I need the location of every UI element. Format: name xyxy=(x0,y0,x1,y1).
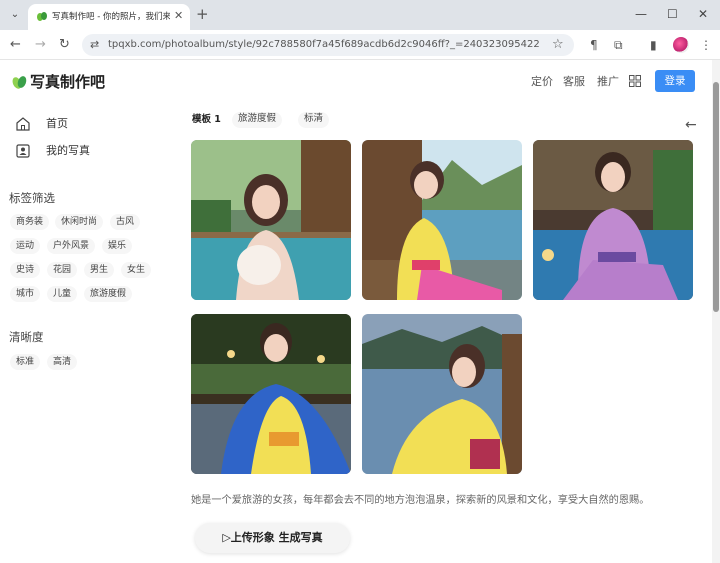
profile-avatar[interactable] xyxy=(673,37,689,53)
tag-sports[interactable]: 运动 xyxy=(10,238,41,254)
quality-hd[interactable]: 高清 xyxy=(47,354,78,370)
menu-kebab-icon[interactable]: ⋮ xyxy=(700,37,712,53)
quality-standard[interactable]: 标准 xyxy=(10,354,41,370)
tag-children[interactable]: 儿童 xyxy=(47,286,78,302)
maximize-icon[interactable]: ☐ xyxy=(667,6,678,22)
browser-tab[interactable]: 写真制作吧 - 你的照片，我们来 ✕ xyxy=(28,4,190,30)
template-tab[interactable]: 模板 1 xyxy=(192,113,221,127)
browser-tabstrip: ⌄ 写真制作吧 - 你的照片，我们来 ✕ + — ☐ ✕ xyxy=(0,0,720,30)
photo-card-3[interactable] xyxy=(533,140,693,300)
reload-icon[interactable]: ↻ xyxy=(59,36,70,54)
template-filter-sd[interactable]: 标清 xyxy=(298,112,330,128)
tag-epic[interactable]: 史诗 xyxy=(10,262,41,278)
nav-support[interactable]: 客服 xyxy=(563,75,585,89)
bookmark-star-icon[interactable]: ☆ xyxy=(552,36,564,54)
tag-garden[interactable]: 花园 xyxy=(47,262,78,278)
apps-grid-icon[interactable] xyxy=(629,75,641,87)
portrait-icon xyxy=(16,144,30,158)
logo-text: 写真制作吧 xyxy=(30,73,106,91)
tag-city[interactable]: 城市 xyxy=(10,286,41,302)
photo-image-5 xyxy=(362,314,522,474)
tab-title: 写真制作吧 - 你的照片，我们来 xyxy=(52,12,170,22)
browser-toolbar: ← → ↻ ⇄ tpqxb.com/photoalbum/style/92c78… xyxy=(0,30,720,60)
generate-photos-button[interactable]: ▷上传形象 生成写真 xyxy=(195,523,350,553)
photo-image-2 xyxy=(362,140,522,300)
page-scrollbar[interactable] xyxy=(712,60,720,563)
quality-title: 清晰度 xyxy=(9,330,44,344)
tab-close-icon[interactable]: ✕ xyxy=(174,9,183,23)
photo-card-5[interactable] xyxy=(362,314,522,474)
tag-casual[interactable]: 休闲时尚 xyxy=(55,214,104,230)
tag-outdoor[interactable]: 户外风景 xyxy=(47,238,96,254)
photo-image-4 xyxy=(191,314,351,474)
web-page: 写真制作吧 定价 客服 推广 登录 首页 我的写真 标签筛选 商务装 休闲时尚 … xyxy=(0,60,712,563)
side-panel-icon[interactable]: ▮ xyxy=(650,37,657,53)
login-button[interactable]: 登录 xyxy=(655,70,695,92)
sidebar-item-label: 我的写真 xyxy=(46,144,90,157)
url-text: tpqxb.com/photoalbum/style/92c788580f7a4… xyxy=(108,39,540,50)
site-favicon-icon xyxy=(37,12,47,21)
tag-business[interactable]: 商务装 xyxy=(10,214,50,230)
tag-entertainment[interactable]: 娱乐 xyxy=(102,238,133,254)
tab-search-icon[interactable]: ⌄ xyxy=(6,6,24,24)
scrollbar-thumb[interactable] xyxy=(713,82,719,312)
extension-icon[interactable]: ¶ xyxy=(590,37,598,53)
new-tab-button[interactable]: + xyxy=(196,5,209,23)
extensions-puzzle-icon[interactable]: ⧉ xyxy=(614,37,623,53)
nav-pricing[interactable]: 定价 xyxy=(531,75,553,89)
template-filter-travel[interactable]: 旅游度假 xyxy=(232,112,283,128)
tag-female[interactable]: 女生 xyxy=(121,262,152,278)
template-description: 她是一个爱旅游的女孩，每年都会去不同的地方泡泡温泉，探索新的风景和文化，享受大自… xyxy=(191,495,650,506)
photo-card-2[interactable] xyxy=(362,140,522,300)
tag-travel[interactable]: 旅游度假 xyxy=(84,286,133,302)
photo-image-3 xyxy=(533,140,693,300)
home-icon xyxy=(16,117,30,131)
tag-filter-title: 标签筛选 xyxy=(9,191,55,205)
leaf-logo-icon xyxy=(12,76,27,89)
photo-card-1[interactable] xyxy=(191,140,351,300)
minimize-icon[interactable]: — xyxy=(635,6,647,22)
tag-ancient[interactable]: 古风 xyxy=(110,214,141,230)
sidebar-item-label: 首页 xyxy=(46,117,68,130)
site-info-icon[interactable]: ⇄ xyxy=(90,37,99,53)
tag-male[interactable]: 男生 xyxy=(84,262,115,278)
nav-promote[interactable]: 推广 xyxy=(597,75,619,89)
photo-card-4[interactable] xyxy=(191,314,351,474)
forward-icon[interactable]: → xyxy=(35,36,46,54)
back-icon[interactable]: ← xyxy=(10,36,21,54)
close-window-icon[interactable]: ✕ xyxy=(698,6,708,22)
address-bar[interactable]: ⇄ tpqxb.com/photoalbum/style/92c788580f7… xyxy=(82,34,574,56)
back-arrow-icon[interactable]: ← xyxy=(685,117,697,133)
photo-image-1 xyxy=(191,140,351,300)
